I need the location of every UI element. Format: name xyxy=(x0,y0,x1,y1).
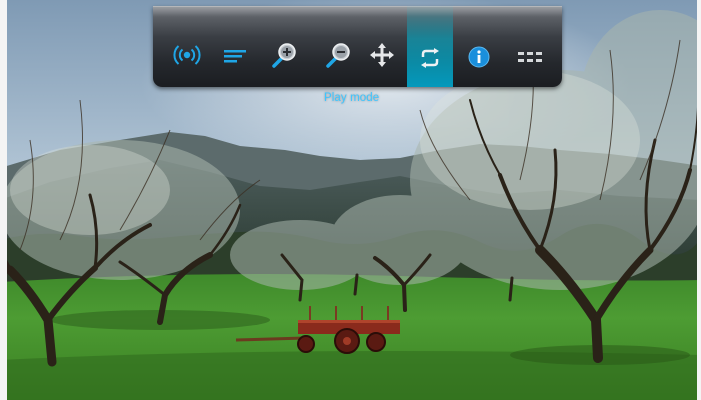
zoom-in-button[interactable] xyxy=(261,6,307,87)
broadcast-icon xyxy=(173,45,201,65)
playlist-button[interactable] xyxy=(212,6,258,87)
list-icon xyxy=(224,50,246,63)
frame-border-left xyxy=(0,0,7,400)
zoom-in-icon xyxy=(272,43,296,68)
frame-border-right xyxy=(697,0,701,400)
toolbar xyxy=(153,6,562,87)
toolbar-tooltip: Play mode xyxy=(324,92,380,104)
grid-menu-icon xyxy=(518,52,542,62)
broadcast-button[interactable] xyxy=(164,6,210,87)
zoom-out-button[interactable] xyxy=(315,6,361,87)
menu-button[interactable] xyxy=(507,6,553,87)
zoom-out-icon xyxy=(326,43,350,68)
photo-viewer: Play mode xyxy=(0,0,701,400)
move-arrows-icon xyxy=(370,43,394,67)
info-button[interactable] xyxy=(456,6,502,87)
pan-button[interactable] xyxy=(359,6,405,87)
info-icon xyxy=(468,46,490,68)
repeat-icon xyxy=(421,48,439,68)
play-mode-button[interactable] xyxy=(407,6,453,87)
